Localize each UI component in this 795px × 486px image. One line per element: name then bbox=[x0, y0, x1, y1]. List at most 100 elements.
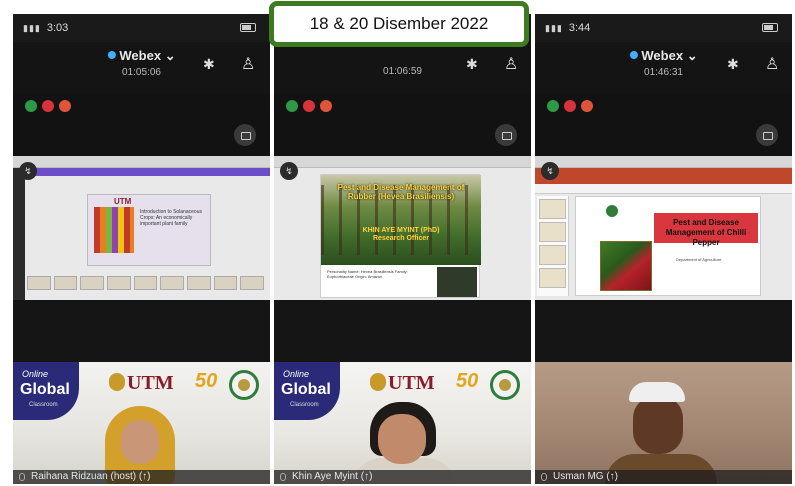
online-global-classroom-logo: Online Global Classroom bbox=[13, 362, 79, 420]
participant-video-3[interactable]: Usman MG (↑) bbox=[535, 362, 792, 484]
red-indicator-icon bbox=[303, 100, 315, 112]
participant-face bbox=[121, 420, 159, 464]
status-time: 3:03 bbox=[46, 22, 69, 34]
chat-icon[interactable] bbox=[234, 124, 256, 146]
connection-indicators bbox=[547, 100, 593, 112]
participant-name: Khin Aye Myint (↑) bbox=[292, 471, 373, 482]
slide-title: Introduction to Solanaceous Crops: An ec… bbox=[140, 209, 202, 227]
meeting-title[interactable]: . 01:06:59 bbox=[383, 48, 422, 77]
slide-author: KHIN AYE MYINT (PhD) Research Officer bbox=[362, 227, 440, 242]
orange-indicator-icon bbox=[581, 100, 593, 112]
orange-indicator-icon bbox=[320, 100, 332, 112]
pin-icon[interactable]: ↯ bbox=[541, 162, 559, 180]
chilli-image bbox=[600, 241, 652, 291]
green-indicator-icon bbox=[286, 100, 298, 112]
browser-chrome bbox=[274, 156, 531, 168]
meeting-timer: 01:06:59 bbox=[383, 66, 422, 77]
battery-icon bbox=[762, 23, 778, 32]
slide-logo bbox=[606, 205, 618, 217]
shared-screen: UTM Introduction to Solanaceous Crops: A… bbox=[13, 156, 270, 300]
video-gap bbox=[274, 300, 531, 362]
signal-icon: ▮▮▮ bbox=[23, 22, 41, 33]
battery-icon bbox=[240, 23, 256, 32]
webex-icon bbox=[107, 51, 116, 59]
participant-name-bar: Raihana Ridzuan (host) (↑) bbox=[13, 470, 270, 484]
participants-icon[interactable]: ♙ bbox=[241, 54, 255, 74]
phone-panel-3: ▮▮▮ 3:44 Webex ⌄ 01:46:31 ✱ ♙ Pest and D… bbox=[535, 14, 792, 484]
anniversary-logo: 50 bbox=[456, 370, 479, 392]
participant-face bbox=[378, 414, 426, 464]
meeting-title[interactable]: Webex ⌄ 01:05:06 bbox=[107, 48, 176, 78]
bluetooth-icon[interactable]: ✱ bbox=[203, 56, 215, 73]
green-indicator-icon bbox=[547, 100, 559, 112]
shared-screen: Pest and Disease Management of Chilli Pe… bbox=[535, 156, 792, 300]
webex-icon bbox=[629, 51, 638, 59]
participant-name: Raihana Ridzuan (host) (↑) bbox=[31, 471, 151, 482]
meeting-header: . 01:06:59 ✱ ♙ bbox=[274, 42, 531, 94]
chevron-down-icon: ⌄ bbox=[686, 48, 698, 63]
mic-icon bbox=[280, 473, 286, 481]
red-indicator-icon bbox=[42, 100, 54, 112]
browser-chrome bbox=[13, 156, 270, 168]
powerpoint-toolbar bbox=[535, 184, 792, 194]
slide-info: Personality Name: Hevea Brasiliensis Fam… bbox=[327, 269, 408, 279]
chat-icon[interactable] bbox=[756, 124, 778, 146]
seal-logo bbox=[490, 370, 520, 400]
meeting-timer: 01:46:31 bbox=[644, 67, 683, 78]
meeting-title[interactable]: Webex ⌄ 01:46:31 bbox=[629, 48, 698, 78]
app-name: Webex bbox=[641, 48, 684, 63]
participant-face bbox=[633, 396, 683, 454]
status-time: 3:44 bbox=[568, 22, 591, 34]
participant-video-1[interactable]: Online Global Classroom UTM 50 Raihana R… bbox=[13, 362, 270, 484]
mic-icon bbox=[19, 473, 25, 481]
meeting-header: Webex ⌄ 01:46:31 ✱ ♙ bbox=[535, 42, 792, 94]
pin-icon[interactable]: ↯ bbox=[280, 162, 298, 180]
shared-screen: Pest and Disease Management of Rubber (H… bbox=[274, 156, 531, 300]
status-bar: ▮▮▮ 3:03 bbox=[13, 14, 270, 42]
participant-name: Usman MG (↑) bbox=[553, 471, 618, 482]
vegetable-image bbox=[94, 207, 134, 253]
participant-name-bar: Khin Aye Myint (↑) bbox=[274, 470, 531, 484]
online-global-classroom-logo: Online Global Classroom bbox=[274, 362, 340, 420]
bluetooth-icon[interactable]: ✱ bbox=[466, 56, 478, 73]
video-gap bbox=[535, 300, 792, 362]
anniversary-logo: 50 bbox=[195, 370, 218, 392]
video-gap bbox=[13, 300, 270, 362]
browser-chrome bbox=[535, 156, 792, 168]
meeting-header: Webex ⌄ 01:05:06 ✱ ♙ bbox=[13, 42, 270, 94]
red-indicator-icon bbox=[564, 100, 576, 112]
seal-logo bbox=[229, 370, 259, 400]
presentation-slide: Pest and Disease Management of Chilli Pe… bbox=[575, 196, 761, 296]
pin-icon[interactable]: ↯ bbox=[19, 162, 37, 180]
powerpoint-ribbon bbox=[535, 168, 792, 184]
app-name: Webex bbox=[119, 48, 162, 63]
slide-title: Pest and Disease Management of Chilli Pe… bbox=[654, 213, 758, 247]
slide-thumbnails[interactable] bbox=[27, 276, 265, 290]
slide-logo: UTM bbox=[114, 197, 132, 206]
green-indicator-icon bbox=[25, 100, 37, 112]
participants-icon[interactable]: ♙ bbox=[765, 54, 779, 74]
bluetooth-icon[interactable]: ✱ bbox=[727, 56, 739, 73]
canva-toolbar bbox=[25, 168, 270, 176]
slide-thumbnails[interactable] bbox=[537, 196, 569, 296]
slide-subtitle: Department of Agriculture bbox=[676, 257, 722, 262]
orange-indicator-icon bbox=[59, 100, 71, 112]
slide-photo bbox=[437, 267, 477, 297]
chat-icon[interactable] bbox=[495, 124, 517, 146]
connection-indicators bbox=[286, 100, 332, 112]
editor-sidebar bbox=[13, 168, 25, 300]
utm-logo: UTM bbox=[370, 372, 435, 395]
participant-name-bar: Usman MG (↑) bbox=[535, 470, 792, 484]
participant-cap bbox=[629, 382, 685, 402]
date-text: 18 & 20 Disember 2022 bbox=[309, 14, 489, 33]
presentation-slide: UTM Introduction to Solanaceous Crops: A… bbox=[87, 194, 211, 266]
mic-icon bbox=[541, 473, 547, 481]
phone-panel-1: ▮▮▮ 3:03 Webex ⌄ 01:05:06 ✱ ♙ UTM Introd… bbox=[13, 14, 270, 484]
participants-icon[interactable]: ♙ bbox=[504, 54, 518, 74]
date-banner: 18 & 20 Disember 2022 bbox=[269, 1, 529, 47]
slide-title: Pest and Disease Management of Rubber (H… bbox=[337, 183, 465, 201]
phone-panel-2: . 01:06:59 ✱ ♙ Pest and Disease Manageme… bbox=[274, 14, 531, 484]
connection-indicators bbox=[25, 100, 71, 112]
presentation-slide: Pest and Disease Management of Rubber (H… bbox=[320, 174, 481, 298]
participant-video-2[interactable]: Online Global Classroom UTM 50 Khin Aye … bbox=[274, 362, 531, 484]
